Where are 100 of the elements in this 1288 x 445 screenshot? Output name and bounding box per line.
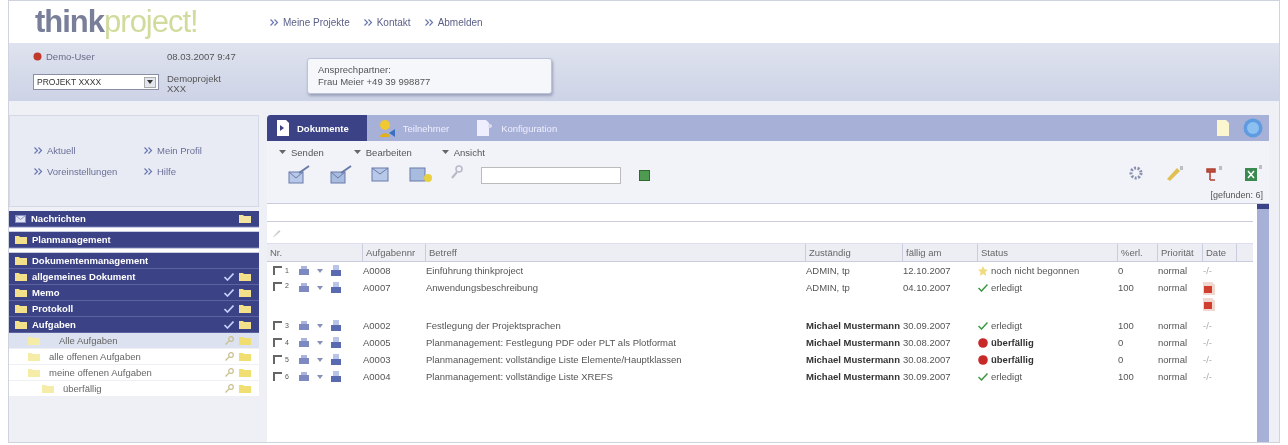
task-id[interactable]: A0003 bbox=[363, 354, 426, 365]
menu-item[interactable]: Ansicht bbox=[441, 146, 485, 158]
caret-icon[interactable] bbox=[317, 323, 323, 328]
priority: normal bbox=[1158, 265, 1189, 276]
folder-icon bbox=[239, 368, 251, 377]
nav-item[interactable]: Protokoll bbox=[9, 301, 259, 317]
nav-link[interactable]: Meine Projekte bbox=[283, 16, 350, 28]
nav-item[interactable]: Memo bbox=[9, 285, 259, 301]
menu-item[interactable]: Senden bbox=[279, 146, 324, 158]
task-subject[interactable]: Planmanagement: vollständige Liste Elemente/Hauptklassen bbox=[426, 354, 806, 365]
caret-icon[interactable] bbox=[317, 340, 323, 345]
column-header[interactable]: Date bbox=[1203, 244, 1237, 261]
status-label: erledigt bbox=[991, 320, 1023, 331]
send-mail-icon[interactable] bbox=[287, 165, 311, 185]
assignee: Michael Mustermann bbox=[806, 337, 901, 348]
percent-done: 0 bbox=[1118, 265, 1125, 276]
contact-label: Ansprechpartner: bbox=[318, 64, 392, 76]
checkbox[interactable] bbox=[273, 372, 282, 381]
checkbox[interactable] bbox=[273, 355, 282, 364]
priority: normal bbox=[1158, 337, 1189, 348]
search-icon bbox=[225, 336, 234, 345]
column-header[interactable]: Priorität bbox=[1158, 244, 1203, 261]
nav-section[interactable]: Dokumentenmanagement bbox=[9, 253, 259, 269]
priority: normal bbox=[1158, 354, 1189, 365]
nav-section[interactable]: Planmanagement bbox=[9, 232, 259, 248]
caret-icon[interactable] bbox=[317, 374, 323, 379]
date-value: -/- bbox=[1203, 371, 1213, 382]
status-label: erledigt bbox=[991, 371, 1023, 382]
nav-subitem[interactable]: überfällig bbox=[9, 381, 259, 397]
date-value: -/- bbox=[1203, 354, 1213, 365]
priority: normal bbox=[1158, 371, 1189, 382]
column-header[interactable]: Nr. bbox=[267, 244, 363, 261]
checkmark-icon bbox=[978, 321, 988, 330]
mail-stack-icon[interactable] bbox=[371, 165, 391, 183]
task-id[interactable]: A0002 bbox=[363, 320, 426, 331]
nav-item[interactable]: allgemeines Dokument bbox=[9, 269, 259, 285]
status-label: noch nicht begonnen bbox=[991, 265, 1080, 276]
task-id[interactable]: A0004 bbox=[363, 371, 426, 382]
nav-item[interactable]: Aufgaben bbox=[9, 317, 259, 333]
task-id[interactable]: A0008 bbox=[363, 265, 426, 276]
checkbox[interactable] bbox=[273, 282, 282, 291]
checkbox[interactable] bbox=[273, 338, 282, 347]
column-header[interactable]: Aufgabennr bbox=[363, 244, 426, 261]
nav-section[interactable]: Nachrichten bbox=[9, 211, 259, 227]
task-id[interactable]: A0007 bbox=[363, 282, 426, 293]
percent-done: 100 bbox=[1118, 282, 1135, 293]
search-field[interactable] bbox=[481, 167, 621, 184]
go-button[interactable] bbox=[639, 170, 650, 181]
task-subject[interactable]: Anwendungsbeschreibung bbox=[426, 282, 806, 293]
logo[interactable]: thinkproject! bbox=[35, 4, 270, 40]
sidebar-link[interactable]: Mein Profil bbox=[157, 145, 202, 156]
column-header[interactable]: Status bbox=[978, 244, 1118, 261]
task-subject[interactable]: Planmanagement: vollständige Liste XREFS bbox=[426, 371, 806, 382]
column-header[interactable]: fällig am bbox=[903, 244, 978, 261]
pdf-file-icon[interactable] bbox=[1203, 282, 1215, 295]
spreadsheet-icon[interactable] bbox=[1245, 165, 1263, 182]
caret-icon[interactable] bbox=[317, 357, 323, 362]
task-subject[interactable]: Planmanagement: Festlegung PDF oder PLT als Plotformat bbox=[426, 337, 806, 348]
tab[interactable]: Dokumente bbox=[267, 115, 367, 141]
folder-icon bbox=[239, 320, 251, 329]
nav-subitem[interactable]: meine offenen Aufgaben bbox=[9, 365, 259, 381]
folder-icon bbox=[239, 214, 251, 223]
sidebar-link[interactable]: Aktuell bbox=[47, 145, 76, 156]
nav-link[interactable]: Abmelden bbox=[437, 16, 483, 28]
task-subject[interactable]: Einführung thinkproject bbox=[426, 265, 806, 276]
scrollbar[interactable] bbox=[1257, 204, 1269, 442]
column-header[interactable]: Betreff bbox=[426, 244, 806, 261]
edit-mail-icon[interactable] bbox=[329, 165, 353, 185]
search-icon bbox=[225, 368, 234, 377]
assignee: Michael Mustermann bbox=[806, 320, 901, 331]
nav-link[interactable]: Kontakt bbox=[376, 16, 411, 28]
sidebar-link[interactable]: Hilfe bbox=[157, 166, 176, 177]
task-id[interactable]: A0005 bbox=[363, 337, 426, 348]
gear-icon[interactable] bbox=[1129, 165, 1143, 181]
folder-icon bbox=[28, 352, 40, 361]
nav-subitem[interactable]: alle offenen Aufgaben bbox=[9, 349, 259, 365]
sidebar-link[interactable]: Voreinstellungen bbox=[47, 166, 118, 177]
checkbox[interactable] bbox=[273, 266, 282, 275]
column-header[interactable]: Zuständig bbox=[806, 244, 903, 261]
folder-icon bbox=[239, 272, 251, 281]
caret-icon[interactable] bbox=[317, 268, 323, 273]
pdf-file-icon[interactable] bbox=[1203, 298, 1215, 311]
checkbox[interactable] bbox=[273, 321, 282, 330]
folder-icon bbox=[28, 336, 40, 345]
caret-icon[interactable] bbox=[317, 285, 323, 290]
envelope-icon bbox=[15, 214, 26, 223]
folder-icon bbox=[42, 384, 54, 393]
chevrons-icon bbox=[144, 147, 153, 154]
project-dropdown[interactable]: PROJEKT XXXX bbox=[33, 74, 159, 90]
nav-subitem[interactable]: Alle Aufgaben bbox=[9, 333, 259, 349]
priority: normal bbox=[1158, 282, 1189, 293]
priority: normal bbox=[1158, 320, 1189, 331]
date-time: 08.03.2007 9:47 bbox=[167, 51, 237, 62]
menu-item[interactable]: Bearbeiten bbox=[353, 146, 412, 158]
task-subject[interactable]: Festlegung der Projektsprachen bbox=[426, 320, 806, 331]
assignee: Michael Mustermann bbox=[806, 371, 901, 382]
search-icon[interactable] bbox=[451, 165, 463, 179]
assignee: Michael Mustermann bbox=[806, 354, 901, 365]
folder-icon bbox=[15, 272, 27, 281]
column-header[interactable]: %erl. bbox=[1118, 244, 1158, 261]
